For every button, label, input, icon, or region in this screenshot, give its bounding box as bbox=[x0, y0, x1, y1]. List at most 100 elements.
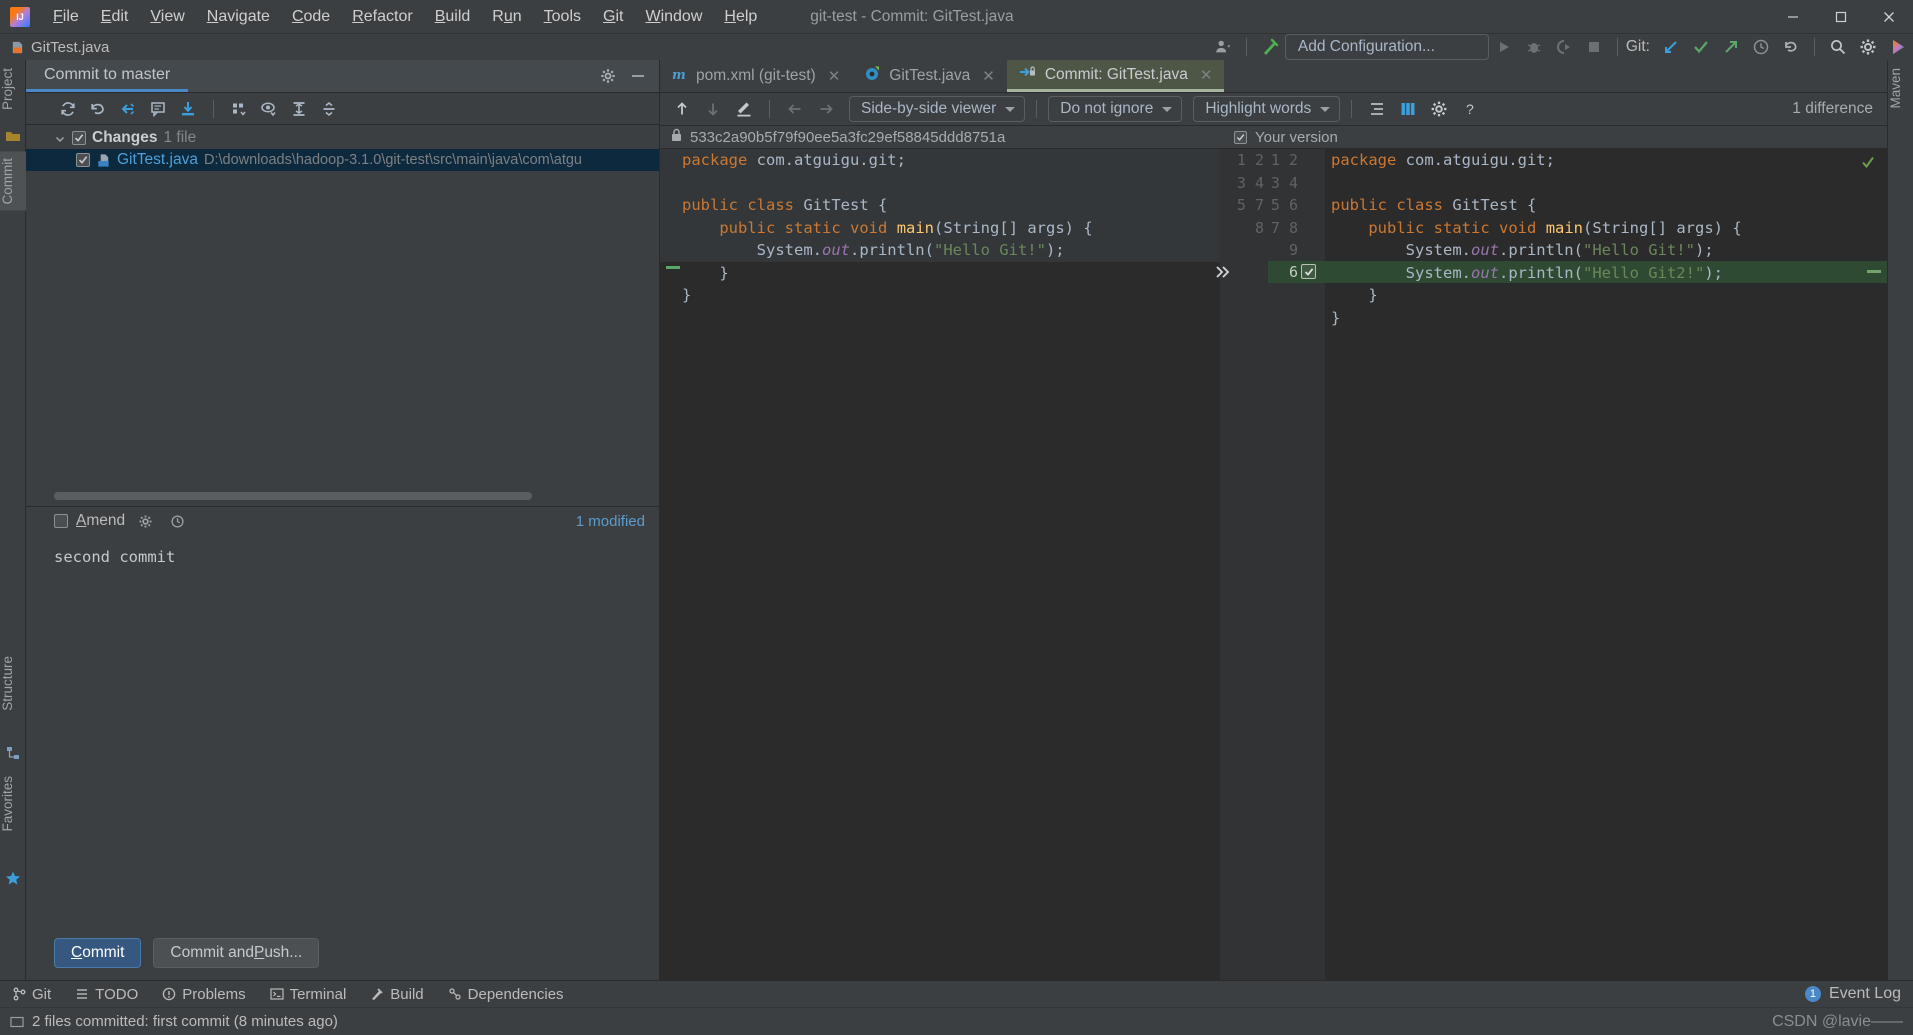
bottom-item-build[interactable]: Build bbox=[358, 981, 435, 1008]
close-icon[interactable] bbox=[1865, 0, 1913, 34]
edit-source-icon[interactable] bbox=[730, 96, 758, 122]
group-settings-icon[interactable] bbox=[225, 96, 253, 122]
git-push-icon[interactable] bbox=[1716, 34, 1746, 60]
previous-change-arrow-icon[interactable] bbox=[781, 96, 809, 122]
sidebar-item-commit[interactable]: Commit bbox=[0, 152, 26, 211]
next-difference-icon[interactable] bbox=[699, 96, 727, 122]
show-diff-panels-icon[interactable] bbox=[1394, 96, 1422, 122]
search-everywhere-icon[interactable] bbox=[1823, 34, 1853, 60]
changes-file-row[interactable]: GitTest.java D:\downloads\hadoop-3.1.0\g… bbox=[26, 149, 659, 171]
tab-commit-to-master[interactable]: Commit to master bbox=[26, 60, 189, 92]
menu-item-tools[interactable]: Tools bbox=[533, 4, 592, 30]
run-with-coverage-icon[interactable] bbox=[1549, 34, 1579, 60]
hide-minimize-icon[interactable] bbox=[625, 63, 651, 89]
tab-gittest-java[interactable]: GitTest.java ✕ bbox=[852, 60, 1007, 92]
expand-all-icon[interactable] bbox=[285, 96, 313, 122]
diff-left-pane[interactable]: package com.atguigu.git; public class Gi… bbox=[660, 149, 1220, 980]
ide-feedback-icon[interactable] bbox=[1883, 34, 1913, 60]
changes-tree[interactable]: Changes 1 file GitTest.java D:\downloads… bbox=[26, 125, 659, 506]
bottom-item-problems[interactable]: Problems bbox=[150, 981, 257, 1008]
viewer-mode-select[interactable]: Side-by-side viewer bbox=[849, 96, 1026, 122]
bottom-item-dependencies[interactable]: Dependencies bbox=[436, 981, 576, 1008]
preview-diff-icon[interactable] bbox=[255, 96, 283, 122]
maximize-icon[interactable] bbox=[1817, 0, 1865, 34]
amend-checkbox[interactable] bbox=[54, 514, 68, 528]
chevron-down-icon[interactable] bbox=[54, 132, 66, 144]
menu-item-view[interactable]: View bbox=[139, 4, 195, 30]
settings-gear-icon[interactable] bbox=[595, 63, 621, 89]
bottom-item-todo[interactable]: TODO bbox=[63, 981, 150, 1008]
previous-difference-icon[interactable] bbox=[668, 96, 696, 122]
changes-group-row[interactable]: Changes 1 file bbox=[26, 127, 659, 149]
diff-right-pane[interactable]: package com.atguigu.git; public class Gi… bbox=[1325, 149, 1887, 980]
debug-icon[interactable] bbox=[1519, 34, 1549, 60]
inspection-ok-check-icon[interactable] bbox=[1861, 155, 1875, 169]
hammer-build-icon[interactable] bbox=[1255, 34, 1285, 60]
tab-commit-gittest-java[interactable]: Commit: GitTest.java ✕ bbox=[1006, 60, 1225, 92]
commit-message-input[interactable]: second commit bbox=[26, 535, 659, 926]
run-icon[interactable] bbox=[1489, 34, 1519, 60]
bottom-item-git[interactable]: Git bbox=[0, 981, 63, 1008]
main-menu[interactable]: File Edit View Navigate Code Refactor Bu… bbox=[42, 4, 768, 30]
sidebar-item-favorites[interactable]: Favorites bbox=[0, 770, 26, 838]
git-commit-check-icon[interactable] bbox=[1686, 34, 1716, 60]
menu-item-code[interactable]: Code bbox=[281, 4, 341, 30]
rollback-icon[interactable] bbox=[84, 96, 112, 122]
menu-item-file[interactable]: File bbox=[42, 4, 90, 30]
tab-pom-xml[interactable]: m pom.xml (git-test) ✕ bbox=[660, 60, 852, 92]
menu-item-edit[interactable]: Edit bbox=[90, 4, 140, 30]
event-log-label[interactable]: Event Log bbox=[1829, 985, 1901, 1003]
commit-history-clock-icon[interactable] bbox=[165, 508, 189, 534]
commit-button[interactable]: Commit bbox=[54, 938, 142, 968]
sidebar-item-maven[interactable]: Maven bbox=[1888, 62, 1913, 115]
intellij-idea-logo-icon bbox=[10, 6, 30, 27]
git-history-icon[interactable] bbox=[1746, 34, 1776, 60]
git-rollback-icon[interactable] bbox=[1776, 34, 1806, 60]
refresh-changes-icon[interactable] bbox=[54, 96, 82, 122]
diff-right-change-marker[interactable] bbox=[1867, 270, 1881, 273]
help-icon[interactable]: ? bbox=[1456, 96, 1484, 122]
show-diff-icon[interactable] bbox=[114, 96, 142, 122]
menu-item-run[interactable]: Run bbox=[481, 4, 532, 30]
menu-item-build[interactable]: Build bbox=[424, 4, 482, 30]
close-icon[interactable]: ✕ bbox=[1200, 66, 1213, 84]
diff-accept-change-checkbox[interactable] bbox=[1301, 264, 1316, 279]
next-change-arrow-icon[interactable] bbox=[812, 96, 840, 122]
add-configuration-button[interactable]: Add Configuration... bbox=[1284, 34, 1489, 60]
breadcrumb[interactable]: GitTest.java bbox=[10, 39, 109, 56]
settings-gear-icon[interactable] bbox=[1853, 34, 1883, 60]
changes-group-checkbox[interactable] bbox=[72, 131, 86, 145]
whitespace-mode-select[interactable]: Do not ignore bbox=[1048, 96, 1183, 122]
stop-icon[interactable] bbox=[1579, 34, 1609, 60]
commit-message-history-icon[interactable] bbox=[144, 96, 172, 122]
git-update-icon[interactable] bbox=[1656, 34, 1686, 60]
menu-item-refactor[interactable]: Refactor bbox=[341, 4, 423, 30]
build-hammer-icon bbox=[372, 988, 383, 1000]
shelve-silently-icon[interactable] bbox=[174, 96, 202, 122]
sidebar-item-project[interactable]: Project bbox=[0, 62, 26, 116]
chevron-down-icon bbox=[1162, 106, 1173, 112]
close-icon[interactable]: ✕ bbox=[982, 67, 995, 85]
changes-tree-horizontal-scrollbar[interactable] bbox=[54, 491, 532, 500]
status-info-icon[interactable] bbox=[10, 1015, 24, 1029]
menu-item-git[interactable]: Git bbox=[592, 4, 634, 30]
menu-item-help[interactable]: Help bbox=[713, 4, 768, 30]
bottom-item-terminal[interactable]: Terminal bbox=[258, 981, 359, 1008]
minimize-icon[interactable] bbox=[1769, 0, 1817, 34]
sidebar-item-structure[interactable]: Structure bbox=[0, 650, 26, 717]
changes-file-checkbox[interactable] bbox=[76, 153, 90, 167]
diff-settings-gear-icon[interactable] bbox=[1425, 96, 1453, 122]
collapse-all-icon[interactable] bbox=[315, 96, 343, 122]
modified-status-label[interactable]: 1 modified bbox=[576, 513, 645, 530]
commit-options-gear-icon[interactable] bbox=[133, 508, 157, 534]
menu-item-navigate[interactable]: Navigate bbox=[196, 4, 281, 30]
diff-right-checkbox[interactable] bbox=[1234, 130, 1247, 144]
commit-and-push-button[interactable]: Commit and Push... bbox=[153, 938, 320, 968]
collapse-unchanged-icon[interactable] bbox=[1363, 96, 1391, 122]
close-icon[interactable]: ✕ bbox=[828, 67, 841, 85]
chevron-down-icon bbox=[1320, 106, 1331, 112]
menu-item-window[interactable]: Window bbox=[634, 4, 713, 30]
user-settings-icon[interactable] bbox=[1208, 34, 1238, 60]
highlight-mode-select[interactable]: Highlight words bbox=[1193, 96, 1341, 122]
chevron-double-right-icon[interactable] bbox=[1214, 263, 1234, 281]
